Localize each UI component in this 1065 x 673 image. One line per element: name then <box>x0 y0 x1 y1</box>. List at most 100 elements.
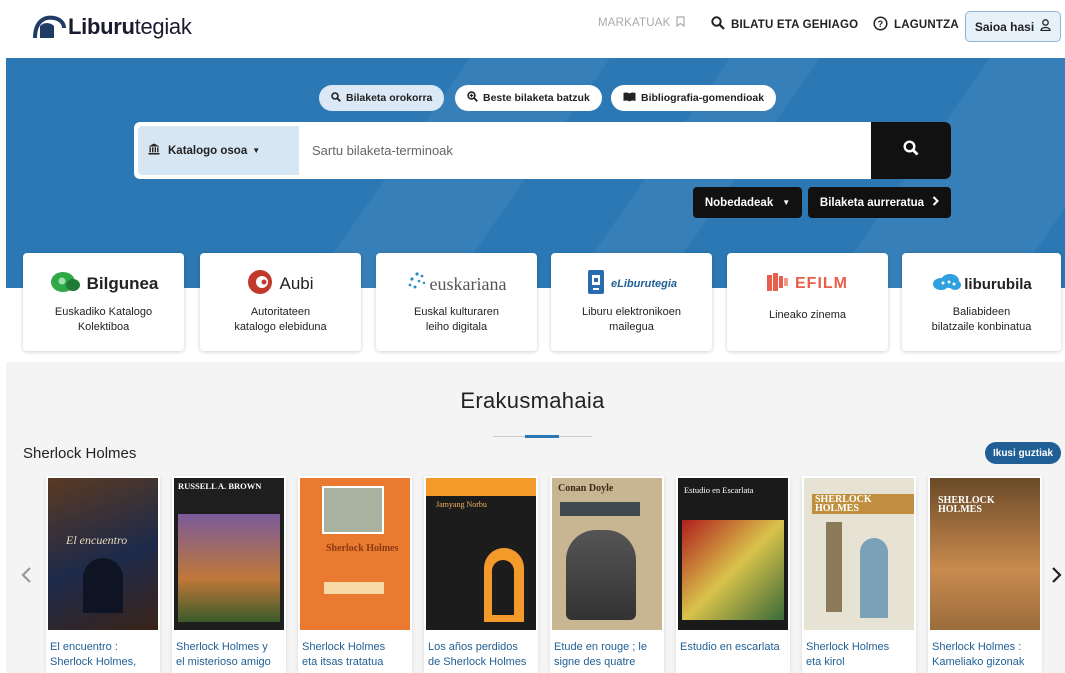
card-desc-line: Euskadiko Katalogo <box>54 306 153 318</box>
book-title-line: Sherlock Holmes <box>806 641 890 653</box>
cover-text: Estudio en Escarlata <box>684 485 754 495</box>
book-card[interactable]: Estudio en Escarlata Estudio en escarlat… <box>676 476 790 673</box>
showcase-title: Erakusmahaia <box>460 388 605 413</box>
book-card[interactable]: Jamyang Norbu Los años perdidos de Sherlo… <box>424 476 538 673</box>
card-desc-line: Liburu elektronikoen <box>581 306 682 318</box>
book-card[interactable]: RUSSELL A. BROWN Sherlock Holmes y el mis… <box>172 476 286 673</box>
book-cover: Conan Doyle <box>552 478 662 630</box>
bilatu-label: BILATU ETA GEHIAGO <box>731 18 859 31</box>
logo-text-bold: Liburu <box>68 14 135 39</box>
institution-icon <box>148 143 160 158</box>
advanced-search-button[interactable]: Bilaketa aurreratua <box>808 187 951 218</box>
svg-text:?: ? <box>878 19 884 29</box>
card-liburubila[interactable]: liburubila Baliabideen bilatzaile konbina… <box>902 253 1061 351</box>
cover-text: Conan Doyle <box>558 483 614 494</box>
euskariana-dots-icon <box>407 271 427 298</box>
cover-text: RUSSELL A. BROWN <box>178 481 262 491</box>
card-bilgunea[interactable]: Bilgunea Euskadiko Katalogo Kolektiboa <box>23 253 184 351</box>
cover-text: El encuentro <box>66 533 128 547</box>
nobedadeak-label: Nobedadeak <box>704 196 774 209</box>
book-title-line: El encuentro : <box>50 641 118 653</box>
nav-bilatu[interactable]: BILATU ETA GEHIAGO <box>711 16 858 33</box>
book-title-line: Sherlock Holmes y <box>176 641 268 653</box>
markatuak-label: MARKATUAK <box>598 17 671 29</box>
book-cover: SHERLOCK HOLMES <box>930 478 1040 630</box>
login-label: Saioa hasi <box>974 19 1035 34</box>
logo-book-icon <box>32 14 66 40</box>
cover-text: SHERLOCK HOLMES <box>812 494 914 514</box>
search-bar: Katalogo osoa ▼ <box>134 122 951 179</box>
card-desc-line: leiho digitala <box>425 321 488 333</box>
book-card[interactable]: SHERLOCK HOLMES Sherlock Holmes : Kamelia… <box>928 476 1042 673</box>
liburubila-brand: liburubila <box>964 275 1032 293</box>
card-desc-line: katalogo elebiduna <box>234 321 327 333</box>
section-title: Sherlock Holmes <box>23 445 137 462</box>
eliburutegia-brand: eLiburutegia <box>610 278 677 290</box>
book-title-line: de Sherlock Holmes <box>428 656 527 668</box>
card-aubi[interactable]: Aubi Autoritateen katalogo elebiduna <box>200 253 361 351</box>
user-icon <box>1040 19 1051 34</box>
bilgunea-logo-icon <box>49 270 81 299</box>
nav-markatuak[interactable]: MARKATUAK <box>598 16 685 30</box>
tab-label: Bibliografia-gomendioak <box>641 92 765 104</box>
logo-text-light: tegiak <box>134 14 192 39</box>
book-cover: SHERLOCK HOLMES <box>804 478 914 630</box>
book-cover: El encuentro <box>48 478 158 630</box>
book-title-line: eta itsas tratatua <box>302 656 384 668</box>
book-card[interactable]: SHERLOCK HOLMES Sherlock Holmes eta kirol <box>802 476 916 673</box>
bookmark-icon <box>675 16 685 30</box>
bilgunea-brand: Bilgunea <box>86 274 159 293</box>
search-icon <box>903 140 919 161</box>
chevron-right-icon <box>932 196 940 209</box>
cover-text: Sherlock Holmes <box>326 543 399 554</box>
tab-bilaketa-orokorra[interactable]: Bilaketa orokorra <box>319 85 445 111</box>
site-logo[interactable]: Liburutegiak <box>32 10 192 44</box>
book-title-line: Sherlock Holmes : <box>932 641 1022 653</box>
cover-text: Jamyang Norbu <box>436 500 487 509</box>
card-desc-line: mailegua <box>609 321 654 333</box>
search-input[interactable] <box>306 126 866 175</box>
card-desc-line: Autoritateen <box>250 306 311 318</box>
book-card[interactable]: Conan Doyle Etude en rouge ; le signe des… <box>550 476 664 673</box>
book-cover: Sherlock Holmes <box>300 478 410 630</box>
tab-bibliografia[interactable]: Bibliografia-gomendioak <box>611 85 777 111</box>
book-card[interactable]: Sherlock Holmes Sherlock Holmes eta itsas… <box>298 476 412 673</box>
liburubila-cloud-icon <box>931 273 962 296</box>
catalog-select[interactable]: Katalogo osoa ▼ <box>138 126 299 175</box>
card-desc-line: bilatzaile konbinatua <box>931 321 1032 333</box>
efilm-logo-icon <box>767 272 789 296</box>
nobedadeak-button[interactable]: Nobedadeak ▼ <box>693 187 802 218</box>
chevron-right-icon <box>1052 567 1062 583</box>
card-desc-line: Baliabideen <box>952 306 1011 318</box>
book-open-icon <box>623 91 636 105</box>
card-efilm[interactable]: EFILM Lineako zinema <box>727 253 888 351</box>
tab-beste-bilaketa[interactable]: Beste bilaketa batzuk <box>455 85 602 111</box>
card-desc-line: Lineako zinema <box>768 309 847 321</box>
nav-laguntza[interactable]: ? LAGUNTZA <box>873 16 959 34</box>
search-button[interactable] <box>871 122 951 179</box>
search-icon <box>711 16 725 33</box>
efilm-brand: EFILM <box>795 275 848 292</box>
book-title-line: el misterioso amigo <box>176 656 271 668</box>
aubi-brand: Aubi <box>279 274 314 293</box>
card-desc-line: Kolektiboa <box>77 321 130 333</box>
book-cover: Jamyang Norbu <box>426 478 536 630</box>
see-all-button[interactable]: Ikusi guztiak <box>985 442 1061 464</box>
book-title-line: eta kirol <box>806 656 845 668</box>
eliburutegia-logo-icon <box>586 269 606 300</box>
aubi-logo-icon <box>247 269 273 300</box>
card-euskariana[interactable]: euskariana Euskal kulturaren leiho digita… <box>376 253 537 351</box>
book-card[interactable]: El encuentro El encuentro : Sherlock Holm… <box>46 476 160 673</box>
title-divider-accent <box>525 435 559 438</box>
card-eliburutegia[interactable]: eLiburutegia Liburu elektronikoen mailegu… <box>551 253 712 351</box>
euskariana-brand: euskariana <box>429 273 507 294</box>
carousel-next-button[interactable] <box>1051 566 1063 590</box>
laguntza-label: LAGUNTZA <box>894 19 959 31</box>
book-title-line: Sherlock Holmes, <box>50 656 137 668</box>
tab-label: Beste bilaketa batzuk <box>483 92 590 104</box>
book-title-line: signe des quatre <box>554 656 636 668</box>
login-button[interactable]: Saioa hasi <box>965 11 1061 42</box>
carousel-prev-button[interactable] <box>20 566 32 590</box>
cover-text: SHERLOCK HOLMES <box>938 495 995 515</box>
tab-label: Bilaketa orokorra <box>346 92 433 104</box>
